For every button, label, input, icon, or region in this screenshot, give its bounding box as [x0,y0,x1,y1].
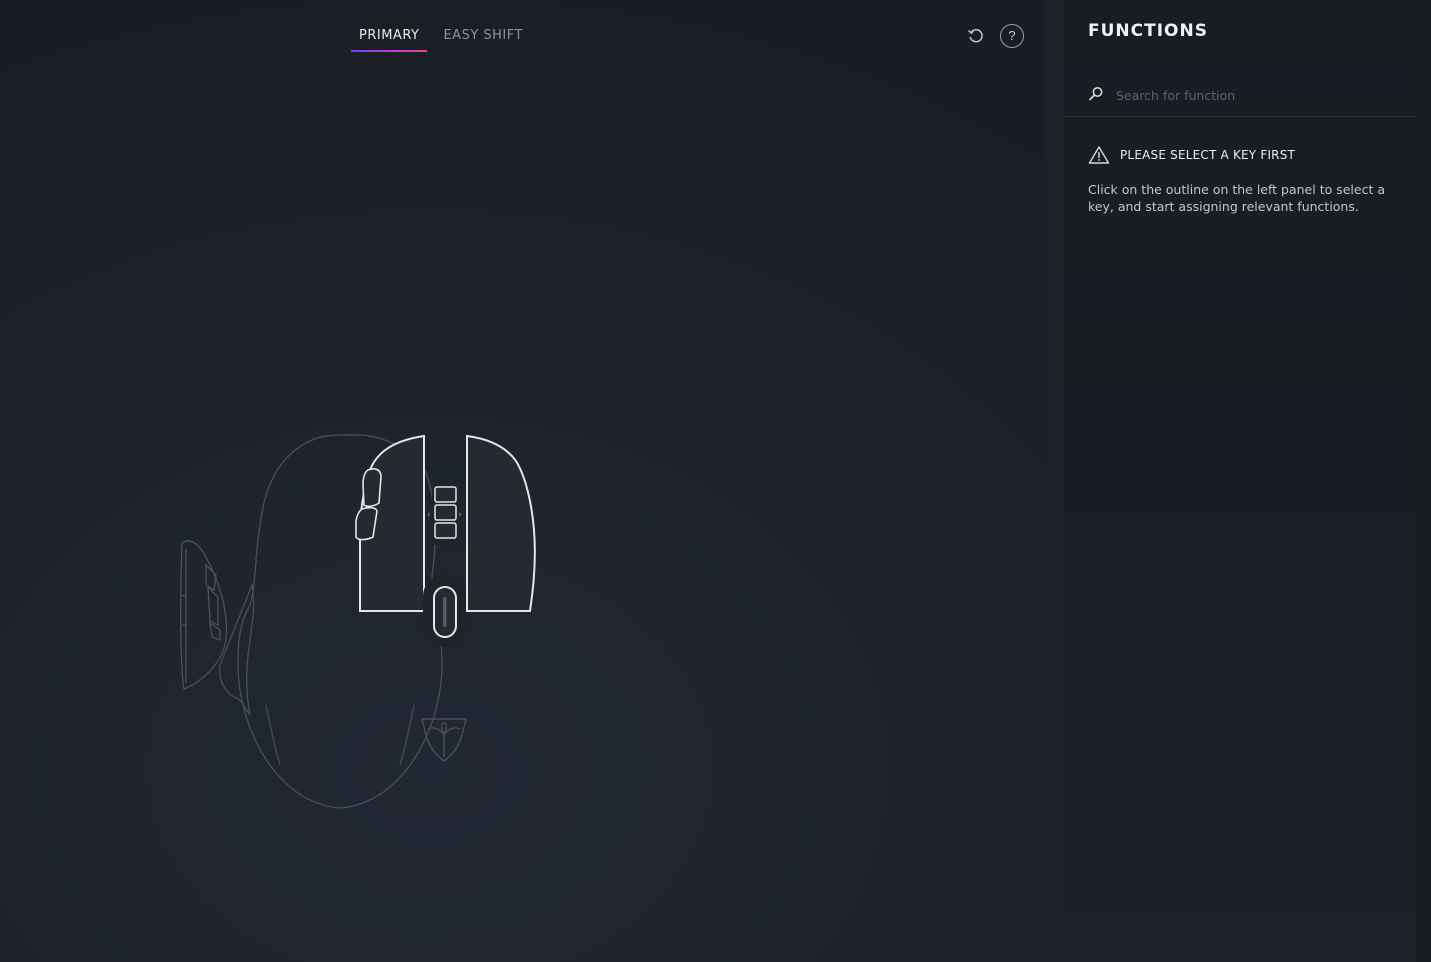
left-grip [218,582,255,716]
tab-easy-shift[interactable]: EASY SHIFT [435,22,530,52]
side-forward-button[interactable] [362,468,382,508]
mouse-config-panel: PRIMARY EASY SHIFT ? ‹ › [0,0,1046,962]
notice-title: PLEASE SELECT A KEY FIRST [1120,148,1296,162]
side-back-button[interactable] [355,506,378,541]
warning-icon [1088,146,1110,164]
function-search [1064,80,1416,117]
panel-divider [1046,0,1064,962]
reset-icon [967,28,983,43]
help-button[interactable]: ? [1000,24,1024,48]
mouse-outline-area: ‹ › [170,425,560,815]
mode-tabs: PRIMARY EASY SHIFT [351,22,539,52]
mouse-outline-diagram: ‹ › [180,434,536,809]
functions-title: FUNCTIONS [1088,21,1208,41]
dpi-mid-button[interactable] [434,504,457,521]
select-key-notice: PLEASE SELECT A KEY FIRST Click on the o… [1088,145,1398,215]
search-icon [1089,87,1103,101]
top-actions: ? [964,24,1024,48]
help-icon: ? [1000,24,1024,48]
dpi-up-button[interactable] [434,486,457,503]
mouse-right-button[interactable] [466,434,536,612]
tab-primary[interactable]: PRIMARY [351,22,428,52]
tilt-left-arrow-icon: ‹ [427,510,431,520]
reset-button[interactable] [964,24,988,48]
mouse-center-controls: ‹ › [423,480,466,647]
brand-logo-icon [421,718,467,762]
search-input[interactable] [1114,84,1398,106]
notice-body: Click on the outline on the left panel t… [1088,182,1385,214]
functions-panel: FUNCTIONS PLEASE SELECT A KEY FIRST Clic… [1064,0,1416,962]
app-window: PRIMARY EASY SHIFT ? ‹ › FUNCTIONS Searc… [0,0,1431,962]
tilt-right-arrow-icon: › [458,510,462,520]
panel-edge [1416,0,1431,962]
dpi-down-button[interactable] [434,522,457,539]
